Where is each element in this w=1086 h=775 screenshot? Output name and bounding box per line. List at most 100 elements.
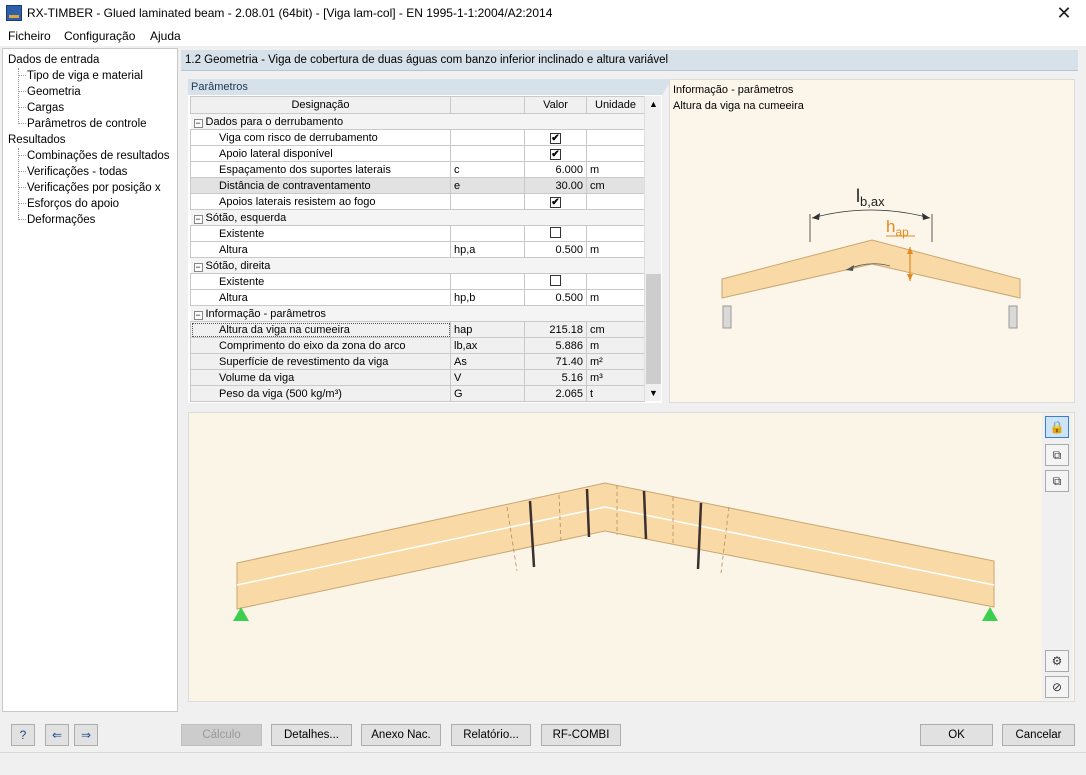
param-value[interactable]: 0.500 [524, 289, 587, 306]
collapse-icon[interactable]: − [193, 310, 203, 320]
support-right [1008, 305, 1018, 329]
param-value: 5.886 [524, 337, 587, 354]
param-symbol [450, 225, 525, 242]
param-group-row[interactable]: − Sótão, direita [190, 257, 645, 274]
scroll-up-icon[interactable]: ▲ [645, 96, 662, 112]
param-value: 71.40 [524, 353, 587, 370]
param-value[interactable]: 0.500 [524, 241, 587, 258]
import-icon[interactable]: ⇐ [45, 724, 69, 746]
tree-item-geometry[interactable]: Geometria [27, 85, 81, 99]
col-header-designation[interactable]: Designação [190, 96, 451, 114]
param-row[interactable]: Volume da viga V 5.16 m³ [190, 369, 645, 386]
param-row[interactable]: Altura da viga na cumeeira hap 215.18 cm [190, 321, 645, 338]
beam-view-toolbar: 🔒 ⧉ ⧉ ⚙ ⊘ [1042, 414, 1072, 700]
param-checkbox-cell[interactable] [524, 225, 587, 242]
param-row[interactable]: Comprimento do eixo da zona do arco lb,ax… [190, 337, 645, 354]
beam-graphic-view[interactable] [188, 412, 1075, 702]
help-icon[interactable]: ? [11, 724, 35, 746]
param-row[interactable]: Apoios laterais resistem ao fogo ✔ [190, 193, 645, 210]
param-checkbox-cell[interactable]: ✔ [524, 193, 587, 210]
param-group-row[interactable]: − Sótão, esquerda [190, 209, 645, 226]
tree-item-deformations[interactable]: Deformações [27, 213, 95, 227]
menu-configuracao[interactable]: Configuração [64, 29, 135, 43]
tree-item-checks-all[interactable]: Verificações - todas [27, 165, 127, 179]
national-annex-button[interactable]: Anexo Nac. [361, 724, 441, 746]
calc-button[interactable]: Cálculo [181, 724, 262, 746]
param-symbol [450, 193, 525, 210]
collapse-icon[interactable]: − [193, 118, 203, 128]
param-name: Viga com risco de derrubamento [190, 129, 451, 146]
param-name: Volume da viga [190, 369, 451, 386]
tree-group-results[interactable]: Resultados [8, 133, 66, 147]
param-checkbox[interactable] [550, 274, 561, 286]
export-view-icon[interactable]: ⧉ [1045, 470, 1069, 492]
menu-ficheiro[interactable]: Ficheiro [8, 29, 51, 43]
param-group-row[interactable]: − Informação - parâmetros [190, 305, 645, 322]
param-checkbox-cell[interactable]: ✔ [524, 129, 587, 146]
support-left-icon [233, 607, 249, 621]
collapse-icon[interactable]: − [193, 262, 203, 272]
param-name: Apoios laterais resistem ao fogo [190, 193, 451, 210]
copy-view-icon[interactable]: ⧉ [1045, 444, 1069, 466]
scroll-down-icon[interactable]: ▼ [645, 385, 662, 401]
tree-group-input[interactable]: Dados de entrada [8, 53, 99, 67]
parameters-tab-label: Parâmetros [191, 81, 248, 93]
tree-item-control-params[interactable]: Parâmetros de controle [27, 117, 147, 131]
rf-combi-button[interactable]: RF-COMBI [541, 724, 621, 746]
param-group-row[interactable]: − Dados para o derrubamento [190, 113, 645, 130]
param-unit: m² [586, 353, 645, 370]
param-row[interactable]: Apoio lateral disponível ✔ [190, 145, 645, 162]
param-checkbox[interactable]: ✔ [550, 196, 561, 208]
params-scrollbar[interactable]: ▲ ▼ [644, 96, 661, 401]
param-row[interactable]: Altura hp,b 0.500 m [190, 289, 645, 306]
param-checkbox[interactable]: ✔ [550, 132, 561, 144]
param-row[interactable]: Peso da viga (500 kg/m³) G 2.065 t [190, 385, 645, 402]
beam-body [236, 482, 995, 610]
param-value[interactable]: 6.000 [524, 161, 587, 178]
param-row[interactable]: Espaçamento dos suportes laterais c 6.000 m [190, 161, 645, 178]
menu-bar: Ficheiro Configuração Ajuda [0, 26, 1086, 46]
col-header-unit[interactable]: Unidade [586, 96, 645, 114]
lock-icon[interactable]: 🔒 [1045, 416, 1069, 438]
col-header-value[interactable]: Valor [524, 96, 587, 114]
param-row[interactable]: Existente [190, 225, 645, 242]
scroll-thumb[interactable] [646, 274, 661, 384]
tree-item-checks-by-x[interactable]: Verificações por posição x [27, 181, 161, 195]
details-button[interactable]: Detalhes... [271, 724, 352, 746]
param-checkbox[interactable]: ✔ [550, 148, 561, 160]
info-header: Informação - parâmetros [673, 84, 794, 96]
param-value[interactable]: 30.00 [524, 177, 587, 194]
param-symbol: hap [450, 321, 525, 338]
ok-button[interactable]: OK [920, 724, 993, 746]
param-checkbox-cell[interactable]: ✔ [524, 145, 587, 162]
param-row[interactable]: Altura hp,a 0.500 m [190, 241, 645, 258]
zoom-reset-icon[interactable]: ⊘ [1045, 676, 1069, 698]
param-group-label: Dados para o derrubamento [205, 115, 344, 128]
param-checkbox[interactable] [550, 226, 561, 238]
report-button[interactable]: Relatório... [451, 724, 531, 746]
close-icon[interactable]: ✕ [1050, 2, 1078, 24]
export-icon[interactable]: ⇒ [74, 724, 98, 746]
param-row[interactable]: Existente [190, 273, 645, 290]
info-beam-diagram: lb,ax hap [721, 186, 1021, 329]
tree-item-loads[interactable]: Cargas [27, 101, 64, 115]
render-options-icon[interactable]: ⚙ [1045, 650, 1069, 672]
tree-item-support-forces[interactable]: Esforços do apoio [27, 197, 119, 211]
collapse-icon[interactable]: − [193, 214, 203, 224]
param-row[interactable]: Distância de contraventamento e 30.00 cm [190, 177, 645, 194]
tree-item-result-combinations[interactable]: Combinações de resultados [27, 149, 170, 163]
param-group-label: Sótão, esquerda [205, 211, 287, 224]
section-header: 1.2 Geometria - Viga de cobertura de dua… [181, 50, 1078, 71]
parameters-table: Designação Valor Unidade − Dados para o d… [190, 96, 645, 402]
col-header-symbol[interactable] [450, 96, 525, 114]
param-row[interactable]: Superfície de revestimento da viga As 71.4… [190, 353, 645, 370]
param-row[interactable]: Viga com risco de derrubamento ✔ [190, 129, 645, 146]
menu-ajuda[interactable]: Ajuda [150, 29, 181, 43]
dim-arrow-right [922, 213, 930, 220]
support-left [722, 305, 732, 329]
param-group-label: Informação - parâmetros [205, 307, 326, 320]
param-checkbox-cell[interactable] [524, 273, 587, 290]
tree-item-beam-type[interactable]: Tipo de viga e material [27, 69, 143, 83]
param-name: Existente [190, 273, 451, 290]
cancel-button[interactable]: Cancelar [1002, 724, 1075, 746]
